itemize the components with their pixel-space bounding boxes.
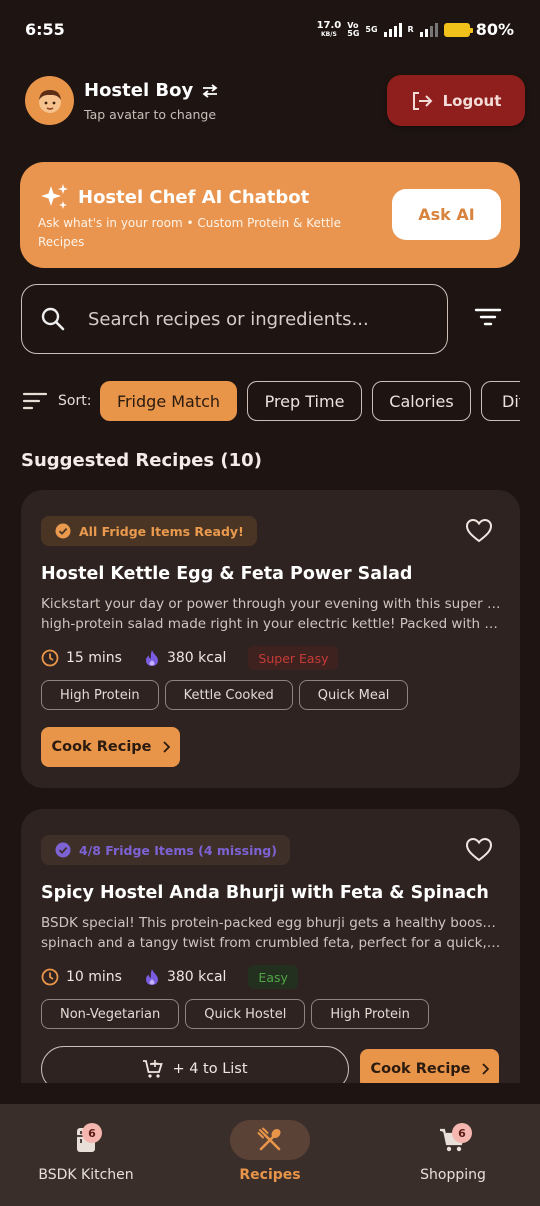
clock-icon [41, 649, 59, 667]
boy-avatar-icon [38, 89, 61, 113]
nav-label: Recipes [239, 1167, 301, 1183]
cook-recipe-button[interactable]: Cook Recipe [41, 727, 180, 767]
user-name[interactable]: Hostel Boy [84, 80, 219, 101]
utensils-icon [257, 1127, 281, 1151]
calories: 380 kcal [144, 649, 226, 667]
prep-time: 10 mins [41, 968, 122, 986]
recipe-tags: Non-Vegetarian Quick Hostel High Protein [41, 999, 429, 1029]
status-bar: 6:55 17.0 KB/S Vo 5G 5G R 80% [0, 0, 540, 62]
nav-item-shopping[interactable]: 6 Shopping [363, 1104, 540, 1206]
section-title: Suggested Recipes (10) [21, 450, 262, 471]
sparkles-icon [41, 184, 68, 209]
heart-icon[interactable] [465, 518, 493, 544]
sort-chip-fridge-match[interactable]: Fridge Match [100, 381, 237, 421]
ask-ai-button[interactable]: Ask AI [392, 189, 501, 240]
recipe-list[interactable]: All Fridge Items Ready! Hostel Kettle Eg… [0, 476, 540, 1083]
sort-chip-prep-time[interactable]: Prep Time [247, 381, 362, 421]
fridge-status-badge: All Fridge Items Ready! [41, 516, 257, 546]
flame-icon [145, 969, 158, 985]
calories: 380 kcal [144, 968, 226, 986]
cart-add-icon [143, 1060, 164, 1078]
avatar[interactable] [25, 76, 74, 125]
difficulty-badge: Easy [248, 965, 298, 989]
roaming-indicator: R [407, 24, 414, 34]
chevron-right-icon [162, 741, 170, 753]
cook-recipe-button[interactable]: Cook Recipe [360, 1049, 499, 1083]
tag: High Protein [311, 999, 429, 1029]
logout-button[interactable]: Logout [387, 75, 525, 126]
search-input[interactable]: Search recipes or ingredients... [21, 284, 448, 354]
check-circle-icon [55, 842, 71, 858]
prep-time: 15 mins [41, 649, 122, 667]
search-placeholder: Search recipes or ingredients... [88, 308, 369, 330]
recipe-meta: 15 mins 380 kcal Super Easy [41, 646, 339, 670]
heart-icon[interactable] [465, 837, 493, 863]
fridge-status-badge: 4/8 Fridge Items (4 missing) [41, 835, 290, 865]
status-time: 6:55 [25, 20, 65, 39]
recipe-description: BSDK special! This protein-packed egg bh… [41, 915, 501, 951]
recipe-card[interactable]: All Fridge Items Ready! Hostel Kettle Eg… [21, 490, 520, 788]
clock-icon [41, 968, 59, 986]
nav-label: Shopping [420, 1167, 486, 1183]
tag: Non-Vegetarian [41, 999, 180, 1029]
network-speed: 17.0 KB/S [316, 19, 342, 38]
recipe-title: Spicy Hostel Anda Bhurji with Feta & Spi… [41, 883, 489, 903]
signal-icon [383, 22, 402, 37]
nav-item-kitchen[interactable]: 6 BSDK Kitchen [0, 1104, 176, 1206]
recipe-meta: 10 mins 380 kcal Easy [41, 965, 298, 989]
ai-chatbot-banner[interactable]: Hostel Chef AI Chatbot Ask what's in you… [20, 162, 520, 268]
battery-icon [443, 22, 473, 37]
volte-indicator: Vo 5G [347, 20, 360, 38]
flame-icon [145, 650, 158, 666]
recipe-tags: High Protein Kettle Cooked Quick Meal [41, 680, 409, 710]
sort-chip-difficulty[interactable]: Difficulty [481, 381, 520, 421]
kitchen-count-badge: 6 [82, 1123, 102, 1143]
tag: Quick Meal [298, 680, 409, 710]
nav-item-recipes[interactable]: Recipes [180, 1104, 360, 1206]
logout-icon [412, 91, 433, 110]
tag: High Protein [41, 680, 159, 710]
sort-chip-calories[interactable]: Calories [372, 381, 471, 421]
check-circle-icon [55, 523, 71, 539]
recipe-description: Kickstart your day or power through your… [41, 596, 501, 632]
recipe-title: Hostel Kettle Egg & Feta Power Salad [41, 564, 413, 584]
difficulty-badge: Super Easy [248, 646, 339, 670]
sort-options: Fridge Match Prep Time Calories Difficul… [0, 370, 520, 430]
add-to-list-button[interactable]: + 4 to List [41, 1046, 349, 1083]
swap-icon [202, 83, 218, 98]
5g-indicator: 5G [365, 24, 378, 34]
shopping-count-badge: 6 [452, 1123, 472, 1143]
chevron-right-icon [481, 1063, 489, 1075]
avatar-hint: Tap avatar to change [84, 107, 217, 122]
filter-icon[interactable] [474, 306, 502, 328]
nav-icon-container [230, 1120, 310, 1160]
search-icon [41, 307, 65, 331]
signal-icon-2 [419, 22, 438, 37]
ai-banner-subtitle: Ask what's in your room • Custom Protein… [38, 216, 341, 249]
ai-banner-title: Hostel Chef AI Chatbot [40, 182, 309, 212]
tag: Quick Hostel [185, 999, 306, 1029]
tag: Kettle Cooked [164, 680, 293, 710]
recipe-card[interactable]: 4/8 Fridge Items (4 missing) Spicy Hoste… [21, 809, 520, 1083]
battery-percent: 80% [475, 20, 514, 39]
status-icons: 17.0 KB/S Vo 5G 5G R 80% [317, 20, 514, 39]
bottom-navigation: 6 BSDK Kitchen Recipes 6 Shopping [0, 1104, 540, 1206]
nav-label: BSDK Kitchen [38, 1167, 134, 1183]
